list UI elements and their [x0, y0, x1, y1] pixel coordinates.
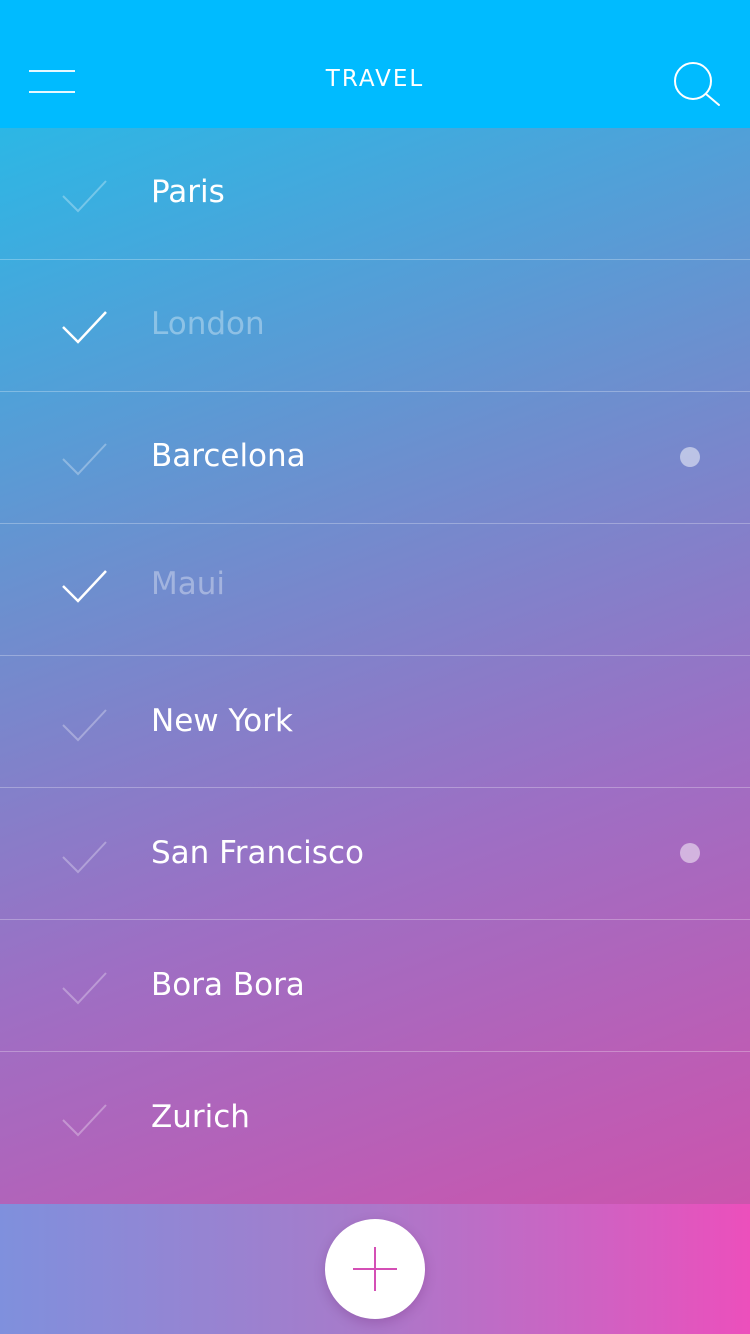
- checkmark-icon[interactable]: [60, 176, 110, 216]
- checkmark-icon[interactable]: [60, 566, 110, 606]
- search-icon[interactable]: [672, 60, 722, 110]
- travel-list: Paris London Barcelona Maui New York San…: [0, 128, 750, 1204]
- checkmark-icon[interactable]: [60, 837, 110, 877]
- list-item-zurich[interactable]: Zurich: [0, 1052, 750, 1184]
- checkmark-icon[interactable]: [60, 307, 110, 347]
- list-item-label: Maui: [151, 566, 226, 602]
- unread-dot: [680, 843, 700, 863]
- page-title: TRAVEL: [325, 66, 425, 92]
- list-item-london[interactable]: London: [0, 260, 750, 392]
- list-item-san-francisco[interactable]: San Francisco: [0, 788, 750, 920]
- list-item-label: New York: [151, 703, 293, 739]
- footer-bar: [0, 1204, 750, 1334]
- plus-icon: [353, 1247, 397, 1291]
- list-item-label: Barcelona: [151, 438, 306, 474]
- list-item-label: San Francisco: [151, 835, 364, 871]
- unread-dot: [680, 447, 700, 467]
- list-item-maui[interactable]: Maui: [0, 524, 750, 656]
- list-item-new-york[interactable]: New York: [0, 656, 750, 788]
- list-item-label: Zurich: [151, 1099, 250, 1135]
- checkmark-icon[interactable]: [60, 439, 110, 479]
- checkmark-icon[interactable]: [60, 968, 110, 1008]
- app-header: TRAVEL: [0, 0, 750, 128]
- list-item-barcelona[interactable]: Barcelona: [0, 392, 750, 524]
- checkmark-icon[interactable]: [60, 1100, 110, 1140]
- list-item-label: Paris: [151, 174, 225, 210]
- add-item-button[interactable]: [325, 1219, 425, 1319]
- list-item-bora-bora[interactable]: Bora Bora: [0, 920, 750, 1052]
- list-item-label: Bora Bora: [151, 967, 305, 1003]
- list-item-paris[interactable]: Paris: [0, 128, 750, 260]
- checkmark-icon[interactable]: [60, 705, 110, 745]
- list-item-label: London: [151, 306, 265, 342]
